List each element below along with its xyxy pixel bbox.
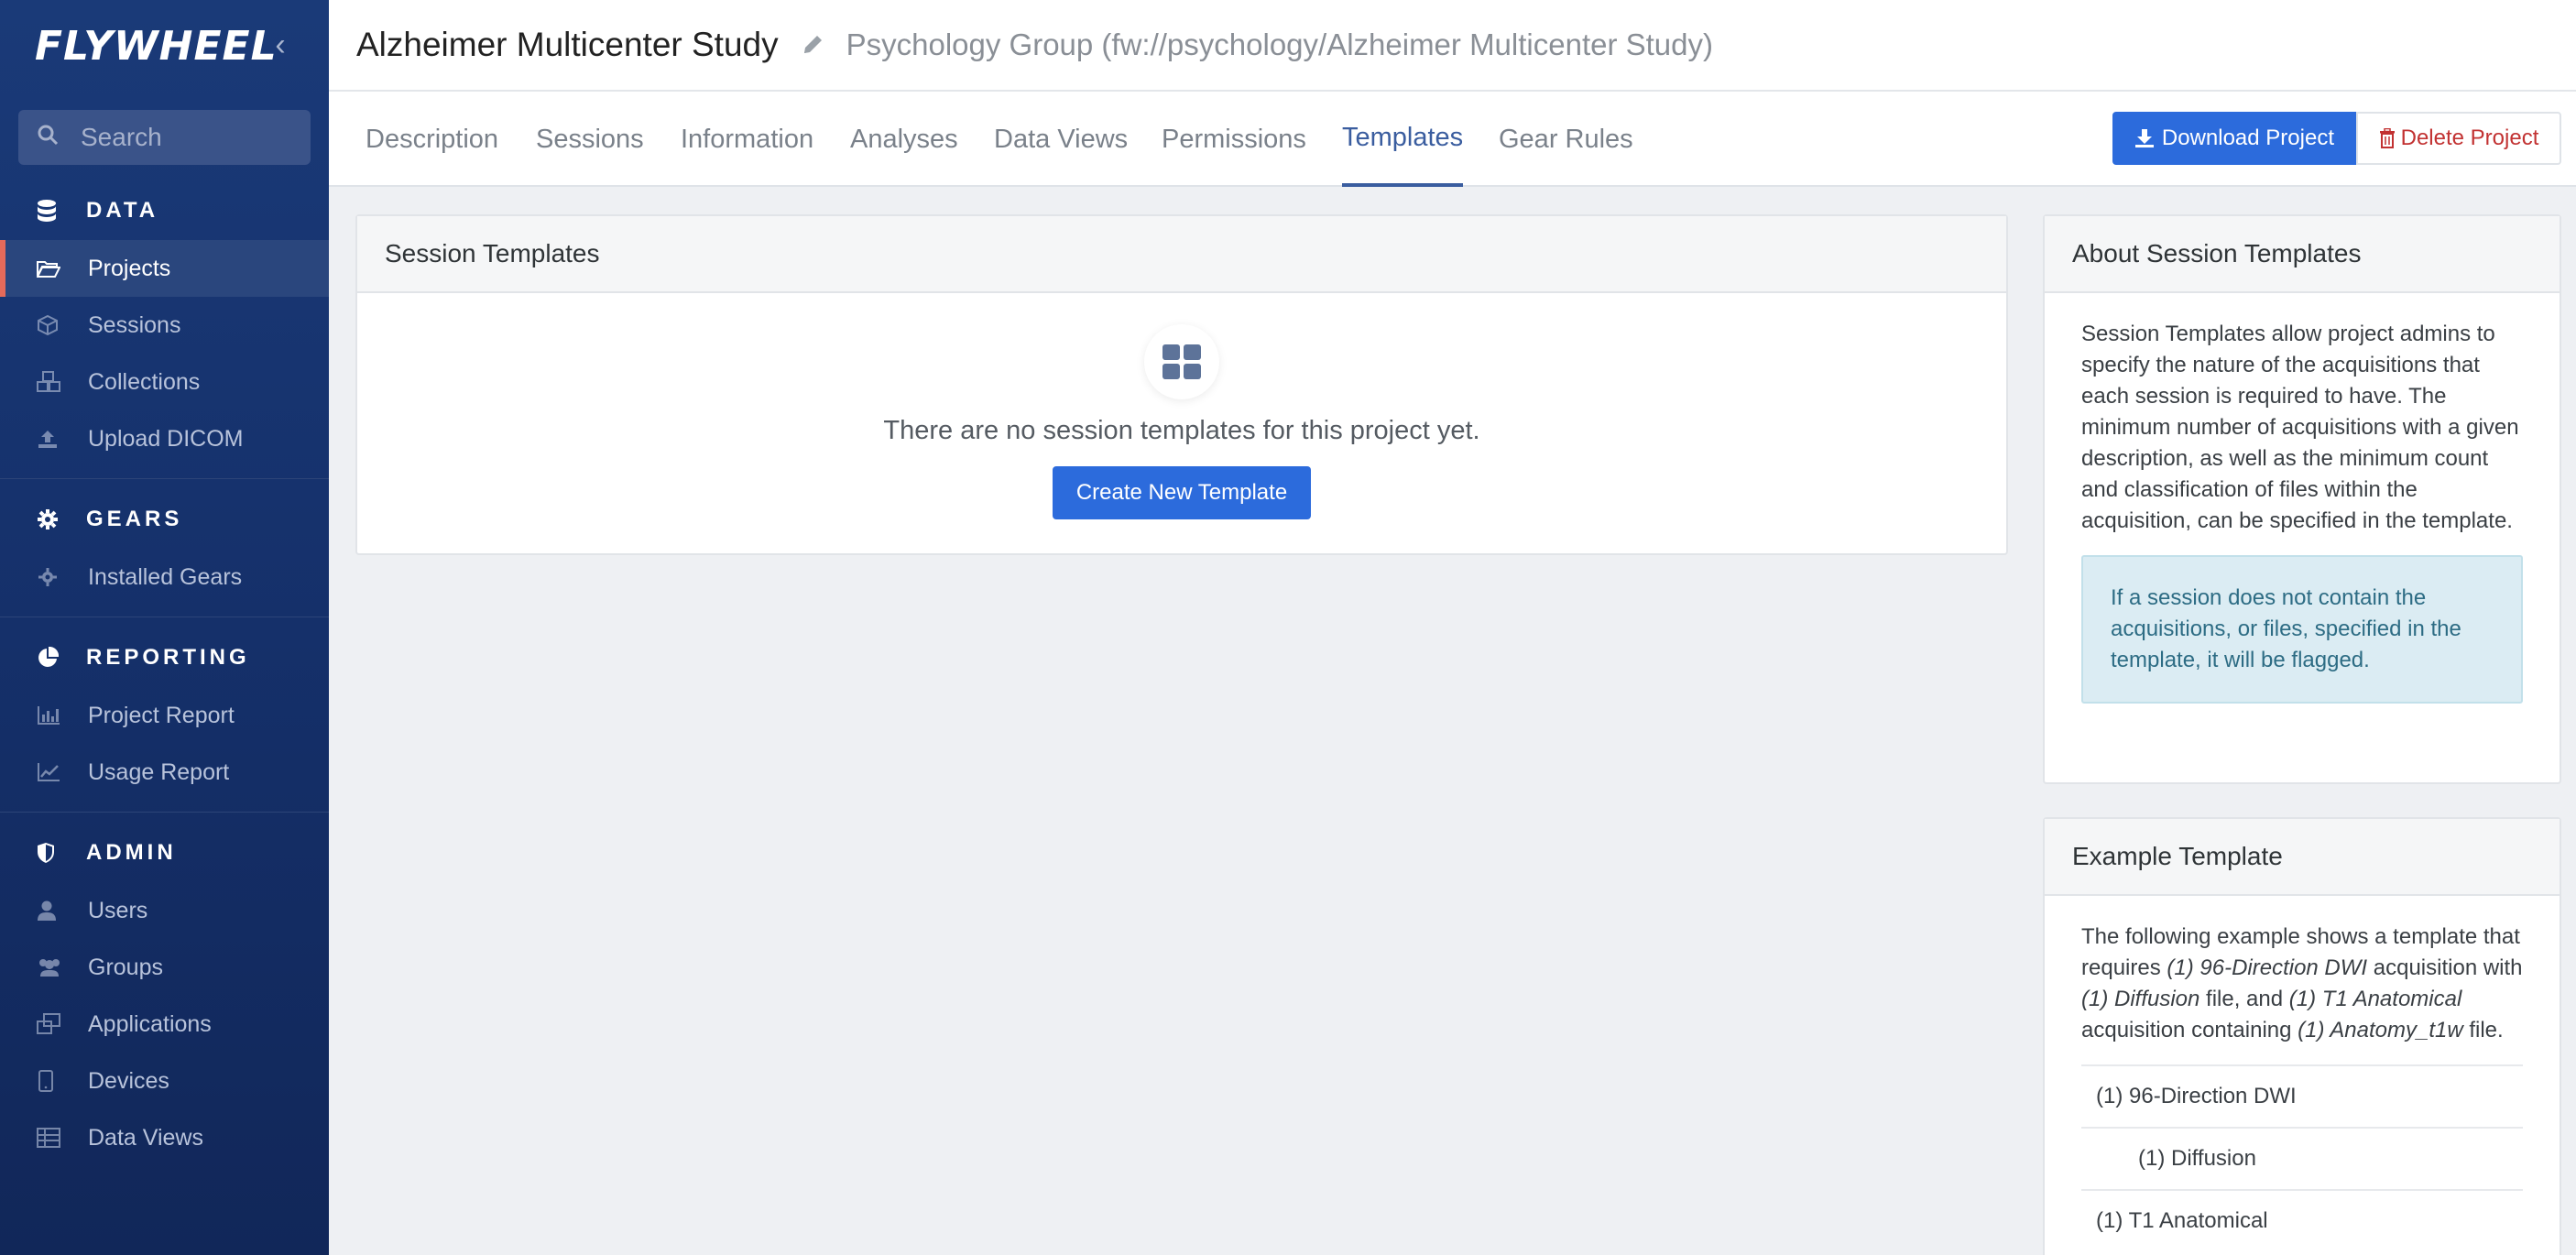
section-gears-label: GEARS bbox=[86, 507, 183, 531]
collapse-sidebar-icon[interactable]: ‹ bbox=[267, 27, 294, 62]
about-body: Session Templates allow project admins t… bbox=[2045, 293, 2560, 704]
sidebar: FLYWHEEL ‹ Search DATA Projects Sessions… bbox=[0, 0, 329, 1255]
sidebar-item-label: Usage Report bbox=[88, 758, 230, 785]
session-templates-panel: Session Templates There are no session t… bbox=[355, 214, 2008, 555]
tablet-icon bbox=[37, 1070, 64, 1092]
gear-icon bbox=[37, 566, 64, 588]
folder-open-icon bbox=[37, 259, 64, 278]
empty-state: There are no session templates for this … bbox=[357, 293, 2006, 519]
tab-gear-rules[interactable]: Gear Rules bbox=[1499, 92, 1633, 187]
tab-sessions[interactable]: Sessions bbox=[536, 92, 644, 187]
sidebar-item-upload-dicom[interactable]: Upload DICOM bbox=[0, 410, 329, 467]
about-description: Session Templates allow project admins t… bbox=[2081, 322, 2519, 533]
example-file-row: (1) Diffusion bbox=[2081, 1127, 2523, 1189]
tab-permissions[interactable]: Permissions bbox=[1162, 92, 1306, 187]
sidebar-item-label: Installed Gears bbox=[88, 563, 243, 590]
sidebar-item-devices[interactable]: Devices bbox=[0, 1053, 329, 1109]
trash-icon bbox=[2379, 128, 2396, 148]
sidebar-item-label: Collections bbox=[88, 368, 201, 395]
delete-project-button[interactable]: Delete Project bbox=[2356, 112, 2561, 165]
search-icon bbox=[37, 123, 64, 152]
download-icon bbox=[2134, 128, 2155, 148]
upload-icon bbox=[37, 428, 64, 450]
section-gears: GEARS bbox=[0, 490, 329, 549]
download-project-label: Download Project bbox=[2161, 126, 2334, 150]
sidebar-item-label: Sessions bbox=[88, 311, 181, 338]
example-body: The following example shows a template t… bbox=[2045, 896, 2560, 1251]
sidebar-item-projects[interactable]: Projects bbox=[0, 240, 329, 297]
users-icon bbox=[37, 957, 64, 977]
example-template-panel: Example Template The following example s… bbox=[2043, 817, 2561, 1255]
tab-analyses[interactable]: Analyses bbox=[850, 92, 958, 187]
sidebar-item-usage-report[interactable]: Usage Report bbox=[0, 744, 329, 801]
database-icon bbox=[37, 199, 64, 223]
sidebar-item-label: Projects bbox=[88, 255, 171, 281]
sidebar-item-label: Applications bbox=[88, 1010, 212, 1037]
pie-chart-icon bbox=[37, 647, 64, 669]
sidebar-item-users[interactable]: Users bbox=[0, 882, 329, 939]
line-chart-icon bbox=[37, 762, 64, 782]
cube-icon bbox=[37, 314, 64, 336]
about-session-templates-panel: About Session Templates Session Template… bbox=[2043, 214, 2561, 784]
shield-icon bbox=[37, 842, 64, 864]
sidebar-item-label: Upload DICOM bbox=[88, 425, 244, 452]
sidebar-item-label: Groups bbox=[88, 954, 163, 980]
tab-information[interactable]: Information bbox=[681, 92, 813, 187]
sidebar-item-applications[interactable]: Applications bbox=[0, 996, 329, 1053]
search-placeholder: Search bbox=[81, 123, 162, 151]
sidebar-item-sessions[interactable]: Sessions bbox=[0, 297, 329, 354]
windows-icon bbox=[37, 1013, 64, 1035]
example-acquisition-row: (1) T1 Anatomical bbox=[2081, 1189, 2523, 1251]
example-title: Example Template bbox=[2045, 819, 2560, 896]
sidebar-divider bbox=[0, 812, 329, 813]
logo-row: FLYWHEEL ‹ bbox=[0, 0, 329, 92]
about-title: About Session Templates bbox=[2045, 216, 2560, 293]
info-alert: If a session does not contain the acquis… bbox=[2081, 555, 2523, 704]
create-new-template-button[interactable]: Create New Template bbox=[1052, 466, 1312, 519]
section-data: DATA bbox=[0, 181, 329, 240]
sidebar-item-collections[interactable]: Collections bbox=[0, 354, 329, 410]
grid-icon bbox=[1144, 324, 1219, 399]
sidebar-item-label: Data Views bbox=[88, 1124, 203, 1151]
section-reporting: REPORTING bbox=[0, 628, 329, 687]
sidebar-item-installed-gears[interactable]: Installed Gears bbox=[0, 549, 329, 606]
project-title: Alzheimer Multicenter Study bbox=[356, 26, 779, 63]
tab-data-views[interactable]: Data Views bbox=[994, 92, 1128, 187]
sidebar-divider bbox=[0, 478, 329, 479]
sidebar-item-label: Users bbox=[88, 897, 148, 923]
panel-title: Session Templates bbox=[357, 216, 2006, 293]
section-admin-label: ADMIN bbox=[86, 840, 177, 865]
bar-chart-icon bbox=[37, 705, 64, 726]
project-header: Alzheimer Multicenter Study Psychology G… bbox=[329, 0, 2576, 92]
tab-description[interactable]: Description bbox=[366, 92, 498, 187]
sidebar-item-data-views[interactable]: Data Views bbox=[0, 1109, 329, 1166]
cubes-icon bbox=[37, 371, 64, 393]
sidebar-item-label: Project Report bbox=[88, 702, 235, 728]
pencil-icon[interactable] bbox=[801, 33, 824, 57]
project-tabs: Description Sessions Information Analyse… bbox=[329, 92, 2576, 187]
example-tree: (1) 96-Direction DWI (1) Diffusion (1) T… bbox=[2081, 1064, 2523, 1251]
tab-templates[interactable]: Templates bbox=[1342, 92, 1464, 187]
sidebar-item-label: Devices bbox=[88, 1067, 169, 1094]
gear-icon bbox=[37, 508, 64, 530]
download-project-button[interactable]: Download Project bbox=[2112, 112, 2356, 165]
sidebar-item-groups[interactable]: Groups bbox=[0, 939, 329, 996]
example-acquisition-row: (1) 96-Direction DWI bbox=[2081, 1064, 2523, 1127]
delete-project-label: Delete Project bbox=[2400, 126, 2539, 150]
user-icon bbox=[37, 900, 64, 922]
sidebar-item-project-report[interactable]: Project Report bbox=[0, 687, 329, 744]
section-data-label: DATA bbox=[86, 198, 159, 223]
flywheel-logo[interactable]: FLYWHEEL bbox=[35, 23, 278, 70]
example-description: The following example shows a template t… bbox=[2081, 924, 2523, 1042]
section-reporting-label: REPORTING bbox=[86, 645, 250, 670]
section-admin: ADMIN bbox=[0, 824, 329, 882]
empty-state-message: There are no session templates for this … bbox=[883, 416, 1480, 445]
search-input[interactable]: Search bbox=[18, 110, 311, 165]
project-path: Psychology Group (fw://psychology/Alzhei… bbox=[846, 27, 1714, 61]
table-icon bbox=[37, 1128, 64, 1148]
